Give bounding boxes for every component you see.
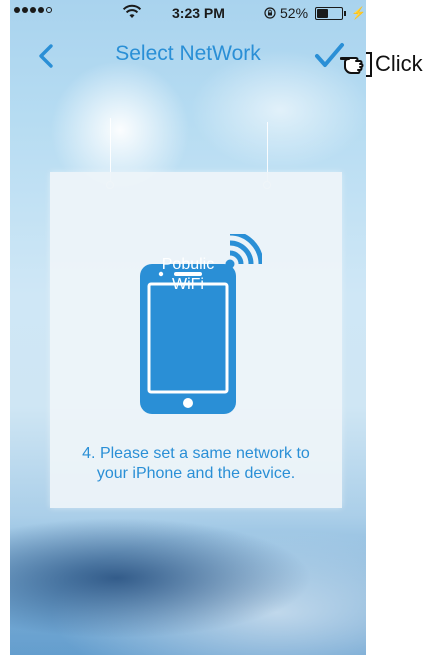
battery-icon (315, 6, 344, 20)
click-annotation[interactable]: Click (340, 44, 423, 84)
device-label-line2: WiFi (172, 276, 204, 293)
signal-dot (30, 7, 36, 13)
wifi-icon (122, 4, 142, 18)
device-screen-label: Pobulic WiFi (140, 255, 236, 295)
instruction-line1: 4. Please set a same network to (82, 445, 310, 462)
back-button[interactable] (32, 40, 62, 72)
battery-tip (344, 10, 347, 16)
signal-dot (22, 7, 28, 13)
battery-percent: 52% (280, 5, 309, 21)
instruction-line2: your iPhone and the device. (96, 465, 296, 482)
signal-dot (38, 7, 44, 13)
device-label-line1: Pobulic (161, 256, 215, 273)
nav-bar: Select NetWork (10, 28, 366, 84)
page-title: Select NetWork (115, 42, 261, 65)
signal-dot-empty (46, 7, 52, 13)
battery-fill (317, 8, 329, 18)
signal-dot (14, 7, 20, 13)
status-bar: 3:23 PM 52% ⚡ (10, 0, 366, 26)
status-time: 3:23 PM (172, 5, 225, 21)
background-bottom-blur (10, 515, 366, 655)
orientation-lock-icon (264, 7, 276, 19)
signal-strength-icon (14, 7, 52, 13)
instruction-text: 4. Please set a same network to your iPh… (50, 444, 342, 484)
battery-area: 52% ⚡ (264, 5, 366, 21)
phone-screen: 3:23 PM 52% ⚡ Select NetWork Pobulic WiF… (10, 0, 366, 655)
page: 3:23 PM 52% ⚡ Select NetWork Pobulic WiF… (0, 0, 444, 655)
charging-bolt-icon: ⚡ (351, 6, 366, 20)
chevron-left-icon (39, 44, 53, 68)
pointing-hand-icon (340, 52, 372, 77)
instruction-card: Pobulic WiFi 4. Please set a same networ… (50, 172, 342, 508)
click-label: Click (375, 51, 423, 76)
